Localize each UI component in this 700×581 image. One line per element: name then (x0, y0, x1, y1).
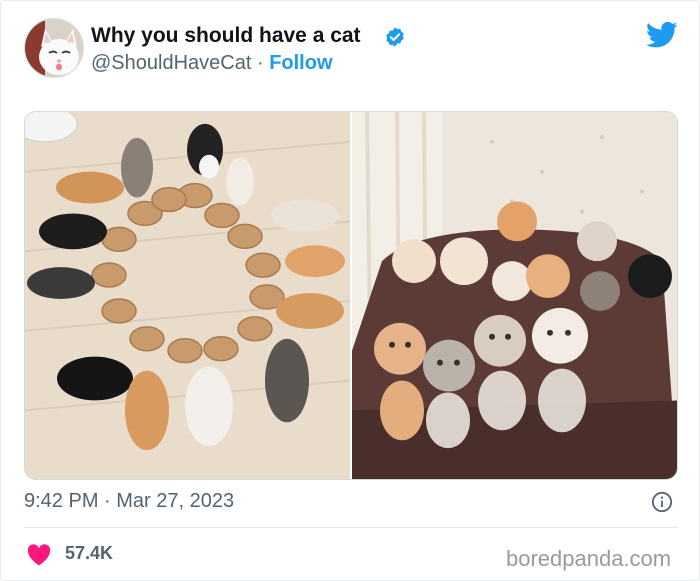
heart-icon[interactable] (27, 544, 51, 566)
handle-row: @ShouldHaveCat · Follow (91, 52, 333, 75)
tweet-card: Why you should have a cat @ShouldHaveCat… (0, 0, 700, 581)
separator: · (256, 52, 264, 74)
follow-button[interactable]: Follow (269, 52, 332, 74)
verified-badge-icon (386, 27, 404, 47)
divider (24, 527, 678, 528)
kittens-group-on-cat-bed-photo[interactable] (352, 112, 678, 479)
info-icon[interactable] (651, 491, 673, 513)
cat-avatar-icon (25, 19, 83, 77)
tweet-timestamp[interactable]: 9:42 PM · Mar 27, 2023 (24, 490, 234, 513)
watermark: boredpanda.com (506, 546, 672, 571)
user-handle[interactable]: @ShouldHaveCat (91, 52, 251, 74)
twitter-bird-icon[interactable] (646, 21, 678, 49)
tweet-media[interactable] (24, 111, 678, 480)
kittens-eating-circle-photo[interactable] (25, 112, 350, 479)
display-name[interactable]: Why you should have a cat (91, 24, 361, 48)
avatar[interactable] (24, 18, 84, 78)
like-count[interactable]: 57.4K (65, 543, 113, 564)
